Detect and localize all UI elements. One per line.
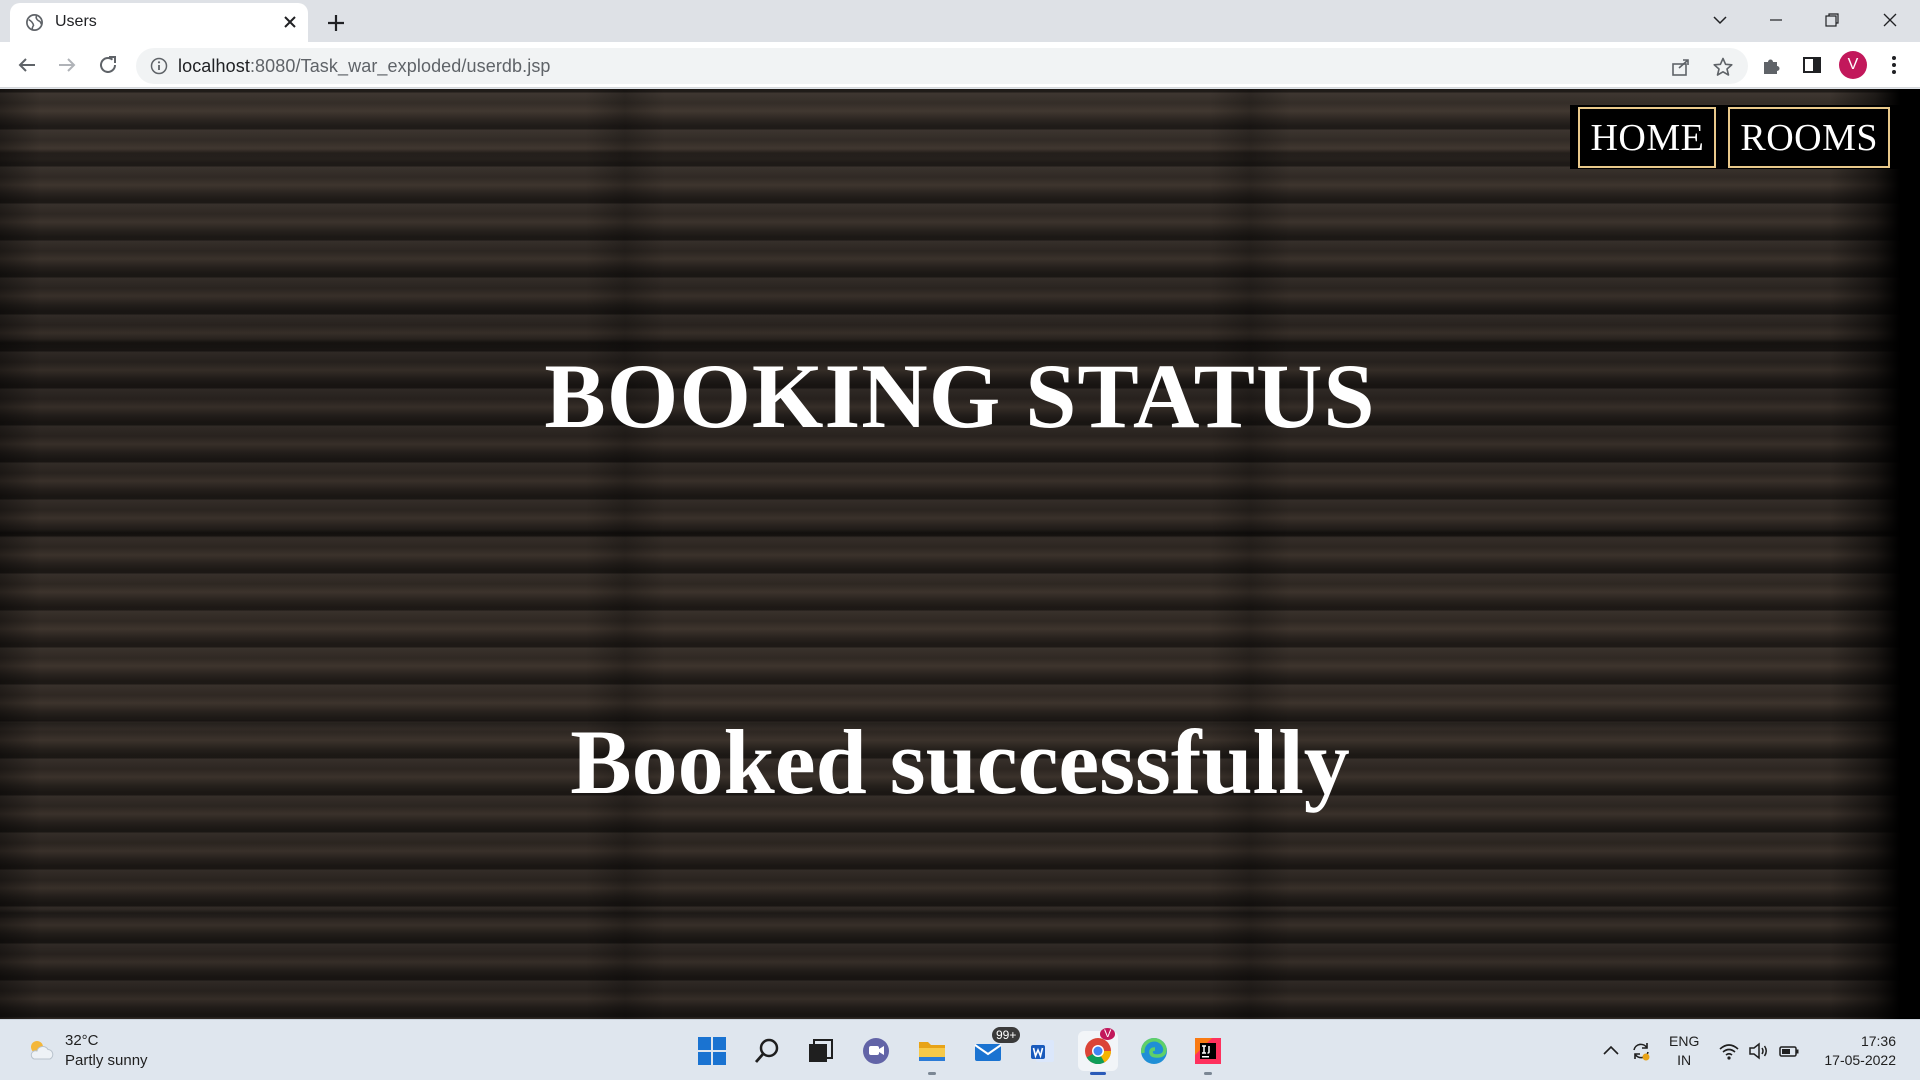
clock-time: 17:36 <box>1860 1033 1896 1049</box>
volume-icon[interactable] <box>1748 1040 1770 1062</box>
sync-icon[interactable] <box>1630 1040 1652 1062</box>
status-message: Booked successfully <box>570 711 1350 813</box>
url-host: localhost <box>178 56 250 76</box>
video-chat-icon <box>863 1038 889 1064</box>
windows-logo-icon <box>698 1037 726 1065</box>
lang-code: ENG <box>1669 1033 1700 1049</box>
weather-description[interactable]: Partly sunny <box>65 1052 148 1069</box>
forward-arrow-icon[interactable] <box>53 51 81 79</box>
page-title: BOOKING STATUS <box>544 345 1376 447</box>
intellij-icon <box>1195 1038 1221 1064</box>
input-language[interactable]: ENG IN <box>1669 1032 1699 1070</box>
chevron-down-icon <box>1713 16 1727 25</box>
new-tab-button[interactable] <box>320 7 352 39</box>
info-icon[interactable] <box>150 57 168 75</box>
weather-temperature[interactable]: 32°C <box>65 1032 99 1049</box>
nav-rooms-link[interactable]: ROOMS <box>1728 106 1890 168</box>
minimize-icon <box>1770 19 1782 21</box>
active-indicator <box>1090 1072 1106 1075</box>
close-window-button[interactable] <box>1862 0 1918 40</box>
chrome-button[interactable]: V <box>1078 1028 1118 1075</box>
close-icon <box>1883 13 1897 27</box>
edge-icon <box>1141 1038 1167 1064</box>
menu-kebab-icon[interactable] <box>1883 54 1905 76</box>
restore-button[interactable] <box>1804 0 1860 40</box>
system-clock[interactable]: 17:36 17-05-2022 <box>1824 1032 1896 1070</box>
side-panel-icon[interactable] <box>1801 54 1823 76</box>
browser-tab[interactable]: Users <box>10 3 308 42</box>
nav-home-link[interactable]: HOME <box>1578 106 1717 168</box>
url-text: localhost:8080/Task_war_exploded/userdb.… <box>178 56 551 77</box>
minimize-button[interactable] <box>1748 0 1804 40</box>
running-indicator <box>928 1072 936 1075</box>
restore-icon <box>1825 13 1839 27</box>
reload-icon[interactable] <box>94 51 122 79</box>
close-tab-icon[interactable] <box>281 13 299 31</box>
address-bar[interactable]: localhost:8080/Task_war_exploded/userdb.… <box>136 48 1748 84</box>
bookmark-star-icon[interactable] <box>1712 56 1734 78</box>
running-indicator <box>1204 1072 1212 1075</box>
task-view-button[interactable] <box>800 1031 840 1071</box>
file-explorer-button[interactable] <box>912 1031 952 1075</box>
tab-search-button[interactable] <box>1692 0 1748 40</box>
clock-date: 17-05-2022 <box>1824 1052 1896 1068</box>
globe-icon <box>26 14 43 31</box>
lang-region: IN <box>1677 1052 1692 1068</box>
teams-chat-button[interactable] <box>856 1031 896 1071</box>
wifi-icon[interactable] <box>1718 1040 1740 1062</box>
url-path: :8080/Task_war_exploded/userdb.jsp <box>249 56 551 76</box>
start-button[interactable] <box>692 1031 732 1071</box>
windows-taskbar: 32°C Partly sunny 99+ V ENG IN 17:36 17-… <box>0 1019 1920 1080</box>
word-icon <box>1031 1040 1054 1062</box>
share-icon[interactable] <box>1670 56 1692 78</box>
browser-toolbar: localhost:8080/Task_war_exploded/userdb.… <box>0 42 1920 88</box>
mail-button[interactable]: 99+ <box>968 1027 1021 1071</box>
intellij-button[interactable] <box>1188 1031 1228 1075</box>
partly-sunny-icon[interactable] <box>26 1037 56 1063</box>
top-nav: HOME ROOMS <box>1570 105 1900 169</box>
chevron-up-icon[interactable] <box>1600 1040 1622 1062</box>
word-button[interactable] <box>1023 1031 1063 1071</box>
tab-title: Users <box>55 13 97 30</box>
tab-strip: Users <box>0 0 1920 42</box>
task-view-icon <box>809 1039 833 1062</box>
profile-avatar[interactable]: V <box>1839 51 1867 79</box>
folder-icon <box>919 1042 945 1061</box>
extensions-puzzle-icon[interactable] <box>1761 54 1783 76</box>
page-viewport: HOME ROOMS BOOKING STATUS Booked success… <box>0 89 1920 1019</box>
back-arrow-icon[interactable] <box>13 51 41 79</box>
search-icon <box>754 1038 779 1063</box>
edge-button[interactable] <box>1134 1031 1174 1071</box>
battery-icon[interactable] <box>1778 1040 1800 1062</box>
taskbar-search-button[interactable] <box>747 1031 787 1071</box>
mail-unread-badge: 99+ <box>992 1027 1021 1043</box>
plus-icon <box>328 15 344 31</box>
